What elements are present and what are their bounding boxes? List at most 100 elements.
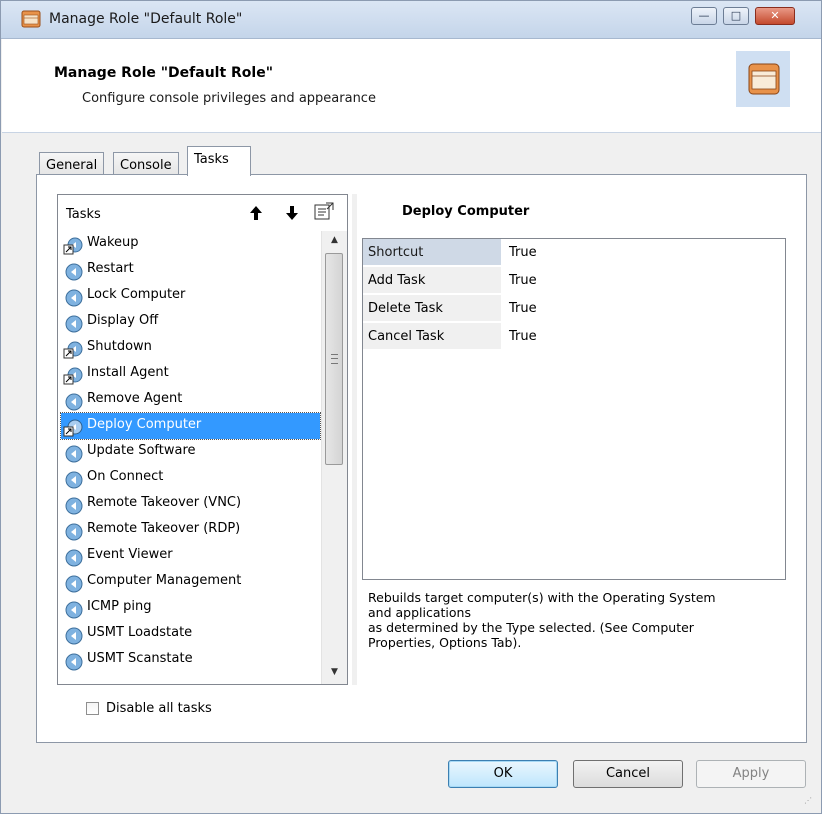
selected-task-title: Deploy Computer (402, 204, 530, 219)
property-value[interactable]: True (509, 301, 537, 316)
list-item[interactable]: Display Off (61, 309, 320, 335)
list-item[interactable]: USMT Loadstate (61, 621, 320, 647)
list-item-label: Deploy Computer (87, 417, 202, 432)
list-item-label: USMT Loadstate (87, 625, 193, 640)
splitter[interactable] (352, 194, 357, 685)
grip-icon (331, 354, 338, 364)
maximize-button[interactable]: □ (723, 7, 749, 25)
tasks-scrollbar[interactable]: ▲ ▼ (321, 231, 347, 684)
task-icon (65, 523, 83, 541)
shortcut-task-icon (63, 419, 83, 437)
list-item-label: Event Viewer (87, 547, 173, 562)
list-item-label: Remote Takeover (RDP) (87, 521, 241, 536)
property-value[interactable]: True (509, 273, 537, 288)
list-item-label: On Connect (87, 469, 164, 484)
property-row[interactable]: Cancel Task True (363, 323, 785, 351)
list-item-label: Shutdown (87, 339, 152, 354)
list-item[interactable]: Event Viewer (61, 543, 320, 569)
apply-button[interactable]: Apply (696, 760, 806, 788)
dialog-header: Manage Role "Default Role" Configure con… (2, 39, 821, 133)
tasks-header-label: Tasks (66, 207, 101, 222)
list-item[interactable]: Remote Takeover (VNC) (61, 491, 320, 517)
property-name: Delete Task (363, 295, 501, 322)
tasks-list-header: Tasks (58, 195, 347, 231)
properties-icon[interactable] (313, 201, 335, 221)
task-icon (65, 315, 83, 333)
list-item-label: ICMP ping (87, 599, 152, 614)
minimize-button[interactable]: — (691, 7, 717, 25)
list-item-label: USMT Scanstate (87, 651, 193, 666)
close-button[interactable]: ✕ (755, 7, 795, 25)
shortcut-task-icon (63, 237, 83, 255)
property-row[interactable]: Delete Task True (363, 295, 785, 323)
tab-console[interactable]: Console (113, 152, 179, 176)
cancel-button[interactable]: Cancel (573, 760, 683, 788)
task-icon (65, 471, 83, 489)
disable-all-tasks-checkbox[interactable] (86, 702, 99, 715)
task-icon (65, 575, 83, 593)
task-icon (65, 445, 83, 463)
list-item[interactable]: Remote Takeover (RDP) (61, 517, 320, 543)
list-item[interactable]: Computer Management (61, 569, 320, 595)
description-line: and applications (368, 605, 471, 620)
list-item[interactable]: Lock Computer (61, 283, 320, 309)
list-item[interactable]: Shutdown (61, 335, 320, 361)
list-item[interactable]: Remove Agent (61, 387, 320, 413)
list-item[interactable]: Restart (61, 257, 320, 283)
window-icon (21, 10, 41, 28)
arrow-up-icon[interactable] (249, 205, 263, 221)
property-row[interactable]: Add Task True (363, 267, 785, 295)
description-line: Properties, Options Tab). (368, 635, 522, 650)
task-icon (65, 653, 83, 671)
shortcut-task-icon (63, 341, 83, 359)
list-item-label: Wakeup (87, 235, 139, 250)
scroll-up-arrow-icon[interactable]: ▲ (322, 231, 347, 249)
scroll-thumb[interactable] (325, 253, 343, 465)
list-item[interactable]: Update Software (61, 439, 320, 465)
description-line: Rebuilds target computer(s) with the Ope… (368, 590, 716, 605)
list-item-label: Lock Computer (87, 287, 186, 302)
list-item-label: Remove Agent (87, 391, 183, 406)
header-title: Manage Role "Default Role" (54, 65, 274, 81)
list-item-label: Computer Management (87, 573, 242, 588)
title-bar[interactable]: Manage Role "Default Role" — □ ✕ (1, 1, 821, 39)
resize-grip-icon[interactable]: ⋰ (804, 796, 818, 810)
close-icon: ✕ (770, 9, 780, 22)
window-title: Manage Role "Default Role" (49, 11, 243, 27)
task-icon (65, 627, 83, 645)
property-name: Add Task (363, 267, 501, 294)
tab-general[interactable]: General (39, 152, 105, 176)
list-item[interactable]: On Connect (61, 465, 320, 491)
shortcut-task-icon (63, 367, 83, 385)
property-value[interactable]: True (509, 329, 537, 344)
list-item-label: Display Off (87, 313, 159, 328)
task-properties-grid: Shortcut True Add Task True Delete Task … (362, 238, 786, 580)
list-item-label: Install Agent (87, 365, 169, 380)
list-item[interactable]: Install Agent (61, 361, 320, 387)
tasks-listbox[interactable]: Tasks Wakeup Restart Lock Computer Displ… (57, 194, 348, 685)
list-item-label: Remote Takeover (VNC) (87, 495, 242, 510)
ok-button[interactable]: OK (448, 760, 558, 788)
list-item[interactable]: USMT Scanstate (61, 647, 320, 673)
list-item-label: Update Software (87, 443, 196, 458)
task-icon (65, 263, 83, 281)
task-icon (65, 497, 83, 515)
list-item[interactable]: Wakeup (61, 231, 320, 257)
list-item[interactable]: ICMP ping (61, 595, 320, 621)
list-item-selected[interactable]: Deploy Computer (60, 412, 321, 440)
tab-tasks[interactable]: Tasks (187, 146, 251, 176)
maximize-icon: □ (730, 9, 742, 22)
property-name: Shortcut (363, 239, 501, 266)
task-icon (65, 393, 83, 411)
scroll-down-arrow-icon[interactable]: ▼ (322, 663, 347, 681)
minimize-icon: — (698, 9, 710, 22)
description-line: as determined by the Type selected. (See… (368, 620, 694, 635)
task-icon (65, 601, 83, 619)
disable-all-tasks-label[interactable]: Disable all tasks (106, 701, 212, 716)
arrow-down-icon[interactable] (285, 205, 299, 221)
task-description: Rebuilds target computer(s) with the Ope… (368, 590, 778, 650)
property-row[interactable]: Shortcut True (363, 239, 785, 267)
list-item-label: Restart (87, 261, 134, 276)
property-value[interactable]: True (509, 245, 537, 260)
task-icon (65, 549, 83, 567)
